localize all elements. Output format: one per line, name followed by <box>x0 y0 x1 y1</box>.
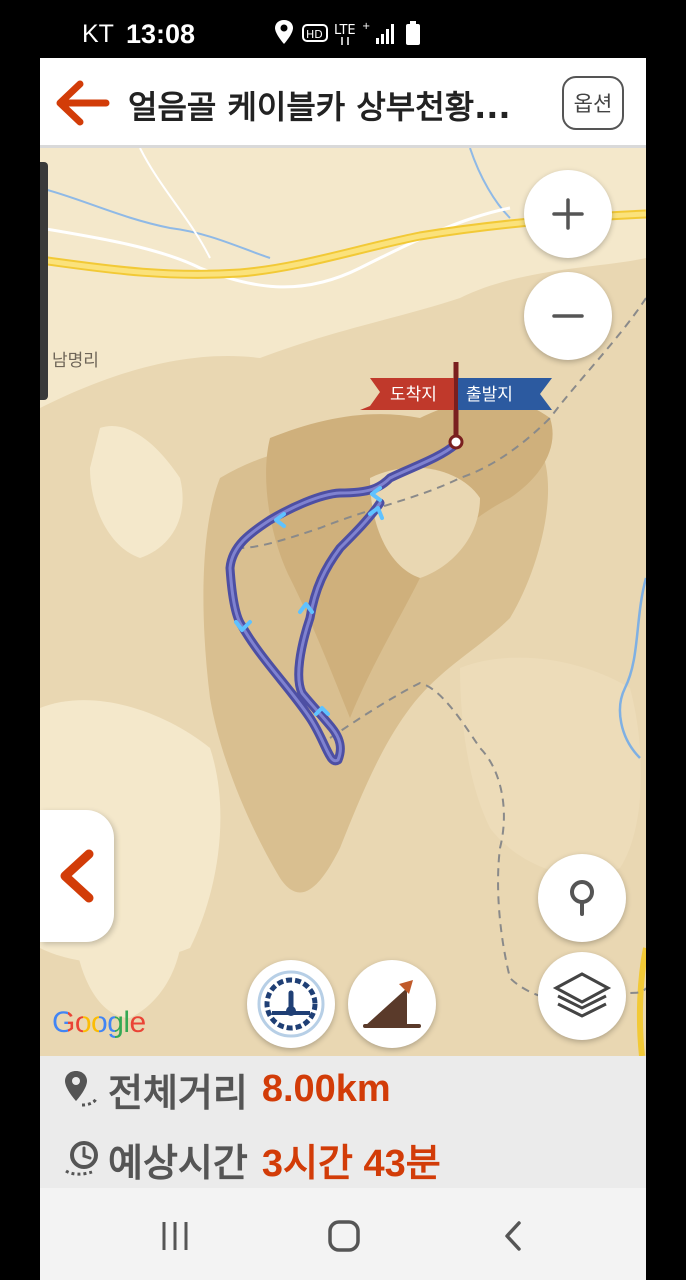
home-icon <box>328 1220 360 1252</box>
status-bar: KT 13:08 HD LTE + <box>0 0 686 58</box>
distance-label: 전체거리 <box>108 1070 248 1115</box>
distance-value: 8.00km <box>261 1067 391 1110</box>
app-header: 얼음골 케이블카 상부천황... 옵션 <box>40 58 646 148</box>
map-view[interactable]: 도착지 출발지 남명리 Google <box>40 148 646 1056</box>
time-label: 예상시간 <box>108 1140 248 1185</box>
carrier-label: KT <box>82 20 114 48</box>
route-summary: 전체거리 8.00km 예상시간 3시간 43분 <box>40 1056 646 1188</box>
left-frame <box>0 58 40 1280</box>
side-panel-toggle[interactable] <box>40 810 114 942</box>
departure-flag-label: 출발지 <box>466 385 513 405</box>
lte-icon: LTE + <box>334 21 370 45</box>
svg-text:+: + <box>362 21 370 32</box>
zoom-in-button[interactable] <box>524 170 612 258</box>
drawer-handle[interactable] <box>40 162 48 400</box>
back-arrow-icon[interactable] <box>54 80 110 126</box>
battery-icon <box>406 21 420 45</box>
layers-button[interactable] <box>538 952 626 1040</box>
right-frame <box>646 58 686 1280</box>
place-label: 남명리 <box>52 351 99 371</box>
location-icon <box>275 20 293 44</box>
elevation-button[interactable] <box>348 960 436 1048</box>
google-attribution: Google <box>52 1006 146 1040</box>
status-icons: HD LTE + <box>275 20 420 45</box>
plus-icon <box>552 198 584 230</box>
back-icon <box>505 1221 521 1251</box>
pin-icon <box>570 880 594 916</box>
back-button[interactable] <box>488 1216 538 1256</box>
my-location-button[interactable] <box>538 854 626 942</box>
recents-icon <box>162 1222 188 1250</box>
time-row: 예상시간 3시간 43분 <box>62 1134 441 1185</box>
google-attribution-text: Google <box>52 1006 146 1039</box>
signal-icon <box>376 24 394 44</box>
slope-icon <box>363 980 421 1028</box>
speedometer-icon <box>257 970 325 1038</box>
home-button[interactable] <box>319 1216 369 1256</box>
compass-button[interactable] <box>247 960 335 1048</box>
svg-text:HD: HD <box>306 28 323 41</box>
hd-icon: HD <box>302 24 328 42</box>
chevron-left-icon <box>60 849 94 903</box>
time-value: 3시간 43분 <box>261 1142 441 1185</box>
zoom-out-button[interactable] <box>524 272 612 360</box>
clock: 13:08 <box>126 19 196 49</box>
svg-text:LTE: LTE <box>334 23 356 38</box>
layers-icon <box>552 972 612 1018</box>
minus-icon <box>552 314 584 318</box>
distance-pin-icon <box>65 1071 98 1107</box>
distance-row: 전체거리 8.00km <box>62 1064 391 1115</box>
route-title: 얼음골 케이블카 상부천황... <box>128 88 511 126</box>
recents-button[interactable] <box>150 1216 200 1256</box>
clock-icon <box>65 1141 98 1176</box>
system-nav-bar <box>40 1188 646 1280</box>
arrival-flag-label: 도착지 <box>390 385 437 405</box>
options-button[interactable]: 옵션 <box>562 76 624 130</box>
